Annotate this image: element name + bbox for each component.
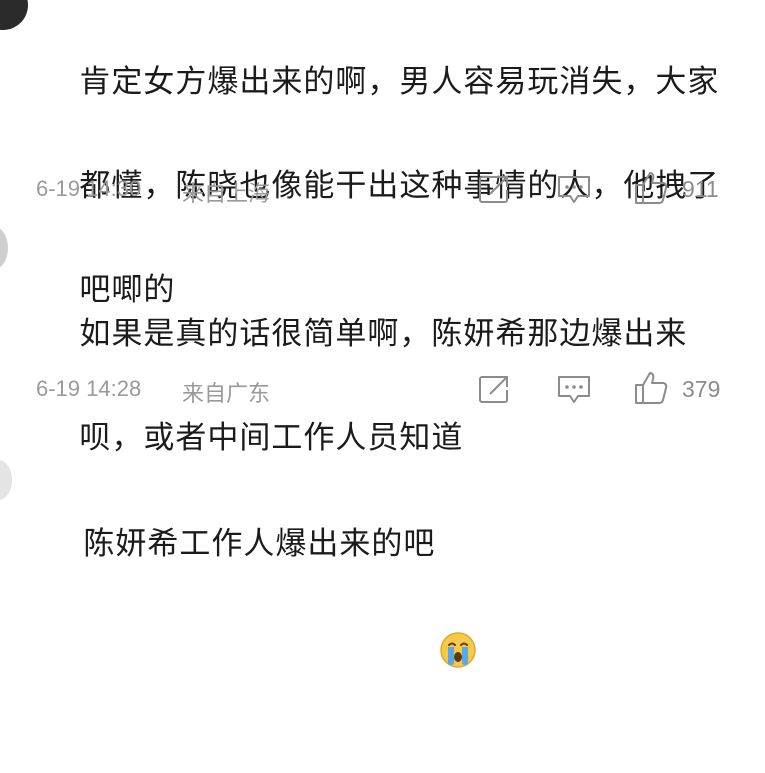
comment-date: 6-19 14:28 <box>36 376 142 401</box>
crying-face-icon <box>439 527 477 668</box>
thumbs-up-icon[interactable] <box>633 170 669 206</box>
avatar[interactable] <box>0 226 8 270</box>
comment-date: 6-19 14:30 <box>36 176 142 201</box>
comment-text: 陈妍希工作人爆出来的吧 <box>40 466 740 668</box>
share-icon[interactable] <box>478 374 512 404</box>
comment-location: 来自广东 <box>182 382 271 407</box>
comment-line: 陈妍希工作人爆出来的吧 <box>83 526 436 562</box>
thumbs-up-icon[interactable] <box>633 370 669 406</box>
share-icon[interactable] <box>478 174 512 204</box>
avatar[interactable] <box>0 460 12 500</box>
comment-meta: 6-19 14:30 来自上海 911 <box>36 170 736 210</box>
avatar[interactable] <box>0 0 28 30</box>
comment-line: 如果是真的话很简单啊，陈妍希那边爆出来 <box>79 316 688 352</box>
like-count: 911 <box>682 176 719 202</box>
comment-location: 来自上海 <box>182 182 271 207</box>
comment-icon[interactable] <box>556 174 592 206</box>
comment-line: 肯定女方爆出来的啊，男人容易玩消失，大家 <box>79 64 720 100</box>
like-count: 379 <box>682 376 721 402</box>
comment-meta: 6-19 14:28 来自广东 379 <box>36 370 736 410</box>
comment-line: 呗，或者中间工作人员知道 <box>79 420 464 456</box>
comment-icon[interactable] <box>556 374 592 406</box>
